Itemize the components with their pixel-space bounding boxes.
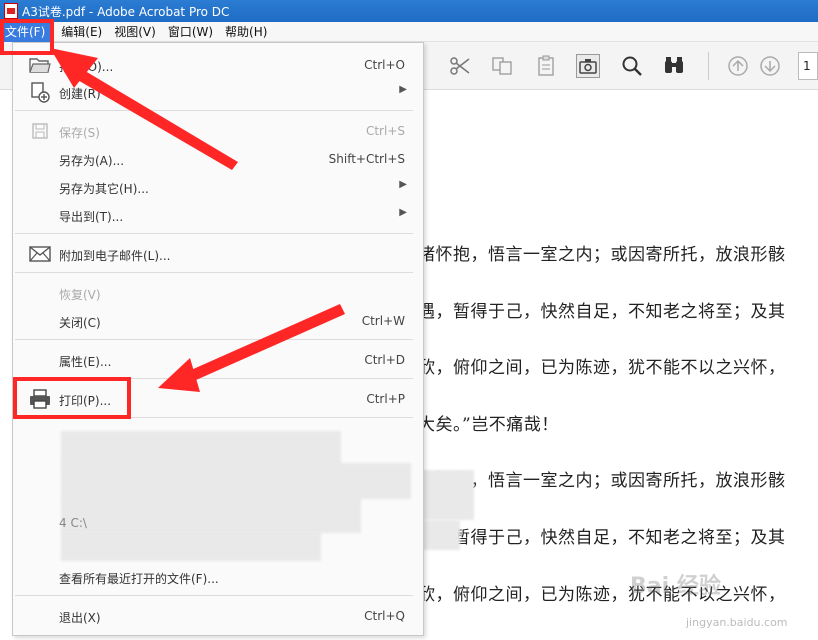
window-title: A3试卷.pdf - Adobe Acrobat Pro DC [22, 4, 230, 19]
document-text-line: 诸怀抱，悟言一室之内；或因寄所托，放浪形骸 [418, 245, 786, 265]
mail-icon [27, 242, 53, 266]
menu-item-revert[interactable]: 恢复(V) [13, 283, 423, 305]
acrobat-pdf-icon [4, 3, 18, 19]
menu-item-label: 属性(E)... [59, 355, 112, 369]
copy-icon[interactable] [490, 54, 514, 78]
menu-item-label: 附加到电子邮件(L)... [59, 249, 171, 263]
menu-item-label: 创建(R) [59, 87, 101, 101]
toolbar-separator [708, 52, 709, 80]
menu-item-save-as-other[interactable]: 另存为其它(H)... ▶ [13, 177, 423, 199]
menu-item-exit[interactable]: 退出(X) Ctrl+Q [13, 606, 423, 628]
snapshot-camera-icon[interactable] [576, 54, 600, 78]
page-number-input[interactable]: 1 [798, 52, 818, 80]
menu-item-recent-file[interactable]: 4 C:\ [13, 513, 423, 535]
menu-separator [15, 339, 413, 340]
folder-open-icon [27, 53, 53, 77]
menu-separator [15, 233, 413, 234]
document-text-line: 欣，俯仰之间，已为陈迹，犹不能不以之兴怀， [418, 358, 786, 378]
highlight-box-print [13, 377, 131, 419]
menu-item-create[interactable]: 创建(R) ▶ [13, 82, 423, 104]
watermark-url: jingyan.baidu.com [686, 616, 788, 629]
menu-item-label: 打开(O)... [59, 60, 114, 74]
create-pdf-icon [27, 80, 53, 104]
scissors-icon[interactable] [448, 54, 472, 78]
submenu-arrow-icon: ▶ [399, 84, 407, 95]
next-page-icon[interactable] [758, 54, 782, 78]
menu-edit[interactable]: 编辑(E) [56, 22, 107, 42]
menu-item-shortcut: Ctrl+O [364, 58, 405, 72]
menu-item-shortcut: Ctrl+S [365, 124, 405, 138]
title-bar: A3试卷.pdf - Adobe Acrobat Pro DC [0, 0, 818, 22]
menu-item-label: 导出到(T)... [59, 210, 124, 224]
highlight-box-file-menu [0, 19, 54, 55]
binoculars-icon[interactable] [662, 54, 686, 78]
menu-item-view-all-recent[interactable]: 查看所有最近打开的文件(F)... [13, 567, 423, 589]
menu-item-label: 退出(X) [59, 611, 101, 625]
menu-item-properties[interactable]: 属性(E)... Ctrl+D [13, 350, 423, 372]
menu-item-label: 4 C:\ [59, 516, 87, 530]
menu-item-shortcut: Ctrl+Q [364, 609, 405, 623]
menu-separator [15, 110, 413, 111]
document-text-line: 欣，俯仰之间，已为陈迹，犹不能不以之兴怀， [418, 585, 786, 605]
menu-view[interactable]: 视图(V) [109, 22, 161, 42]
search-icon[interactable] [620, 54, 644, 78]
menu-item-save-as[interactable]: 另存为(A)... Shift+Ctrl+S [13, 149, 423, 171]
menu-separator [15, 595, 413, 596]
menu-item-shortcut: Ctrl+P [366, 392, 405, 406]
menu-item-save[interactable]: 保存(S) Ctrl+S [13, 121, 423, 143]
blurred-recent-files [61, 463, 411, 499]
menu-window[interactable]: 窗口(W) [163, 22, 218, 42]
menu-help[interactable]: 帮助(H) [220, 22, 272, 42]
menu-bar: 文件(F) 编辑(E) 视图(V) 窗口(W) 帮助(H) [0, 21, 818, 42]
menu-item-close[interactable]: 关闭(C) Ctrl+W [13, 311, 423, 333]
menu-item-shortcut: Shift+Ctrl+S [328, 152, 405, 166]
menu-item-label: 关闭(C) [59, 316, 101, 330]
clipboard-icon[interactable] [534, 54, 558, 78]
menu-item-shortcut: Ctrl+D [364, 353, 405, 367]
save-icon [27, 119, 53, 143]
blurred-region [420, 470, 474, 520]
menu-item-open[interactable]: 打开(O)... Ctrl+O [13, 55, 423, 77]
blurred-recent-files [61, 431, 341, 465]
document-text-line: 遇，暂得于己，快然自足，不知老之将至；及其 [418, 528, 786, 548]
menu-item-label: 另存为(A)... [59, 154, 125, 168]
blurred-recent-files [61, 531, 321, 561]
menu-item-label: 另存为其它(H)... [59, 182, 149, 196]
menu-item-shortcut: Ctrl+W [361, 314, 405, 328]
menu-separator [15, 272, 413, 273]
file-menu-dropdown: 打开(O)... Ctrl+O 创建(R) ▶ 保存(S) Ctrl+S 另存为… [12, 42, 424, 636]
menu-item-export-to[interactable]: 导出到(T)... ▶ [13, 205, 423, 227]
menu-item-attach-email[interactable]: 附加到电子邮件(L)... [13, 244, 423, 266]
submenu-arrow-icon: ▶ [399, 207, 407, 218]
submenu-arrow-icon: ▶ [399, 179, 407, 190]
blurred-region [420, 520, 460, 550]
menu-item-label: 恢复(V) [59, 288, 101, 302]
watermark-brand: Bai 经验 [630, 574, 721, 599]
menu-item-label: 保存(S) [59, 126, 100, 140]
menu-item-label: 查看所有最近打开的文件(F)... [59, 572, 219, 586]
document-text-line: 遇，暂得于己，快然自足，不知老之将至；及其 [418, 302, 786, 322]
document-text-line: 大矣。”岂不痛哉！ [418, 415, 559, 435]
previous-page-icon[interactable] [726, 54, 750, 78]
